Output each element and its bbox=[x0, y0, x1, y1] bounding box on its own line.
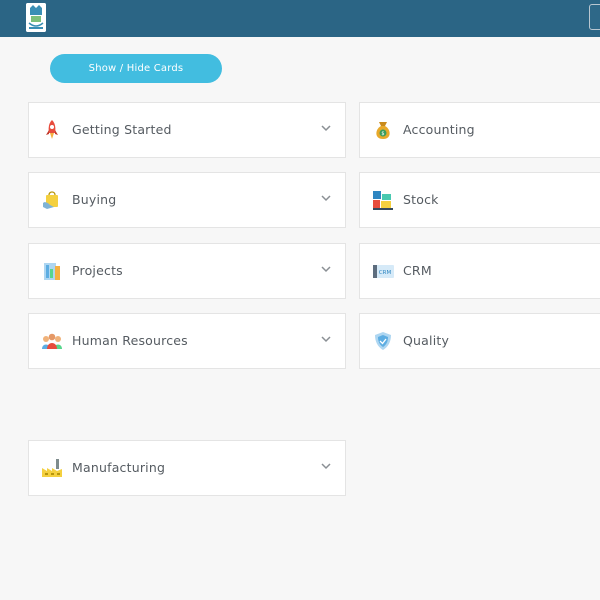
chevron-down-icon[interactable] bbox=[321, 463, 331, 470]
shield-icon bbox=[372, 330, 394, 352]
svg-text:$: $ bbox=[381, 131, 384, 137]
svg-text:CRM: CRM bbox=[379, 270, 392, 276]
show-hide-cards-button[interactable]: Show / Hide Cards bbox=[50, 54, 222, 83]
card-accounting[interactable]: $ Accounting bbox=[359, 102, 600, 158]
rocket-icon bbox=[41, 119, 63, 141]
card-label: Accounting bbox=[403, 122, 475, 137]
factory-icon bbox=[41, 457, 63, 479]
shopping-bag-icon bbox=[41, 189, 63, 211]
stock-boxes-icon bbox=[372, 189, 394, 211]
card-buying[interactable]: Buying bbox=[28, 172, 346, 228]
app-logo-icon[interactable] bbox=[26, 3, 46, 32]
top-navbar bbox=[0, 0, 600, 37]
menu-button[interactable] bbox=[589, 4, 600, 30]
card-stock[interactable]: Stock bbox=[359, 172, 600, 228]
card-label: Stock bbox=[403, 192, 439, 207]
chevron-down-icon[interactable] bbox=[321, 125, 331, 132]
card-label: Projects bbox=[72, 263, 123, 278]
money-bag-icon: $ bbox=[372, 119, 394, 141]
card-projects[interactable]: Projects bbox=[28, 243, 346, 299]
card-human-resources[interactable]: Human Resources bbox=[28, 313, 346, 369]
card-label: CRM bbox=[403, 263, 432, 278]
card-quality[interactable]: Quality bbox=[359, 313, 600, 369]
people-icon bbox=[41, 330, 63, 352]
card-getting-started[interactable]: Getting Started bbox=[28, 102, 346, 158]
card-label: Buying bbox=[72, 192, 117, 207]
card-label: Getting Started bbox=[72, 122, 172, 137]
card-label: Human Resources bbox=[72, 333, 188, 348]
chevron-down-icon[interactable] bbox=[321, 195, 331, 202]
card-crm[interactable]: CRM CRM bbox=[359, 243, 600, 299]
projects-icon bbox=[41, 260, 63, 282]
crm-icon: CRM bbox=[372, 260, 394, 282]
chevron-down-icon[interactable] bbox=[321, 336, 331, 343]
card-label: Quality bbox=[403, 333, 450, 348]
card-manufacturing[interactable]: Manufacturing bbox=[28, 440, 346, 496]
chevron-down-icon[interactable] bbox=[321, 266, 331, 273]
card-label: Manufacturing bbox=[72, 460, 166, 475]
